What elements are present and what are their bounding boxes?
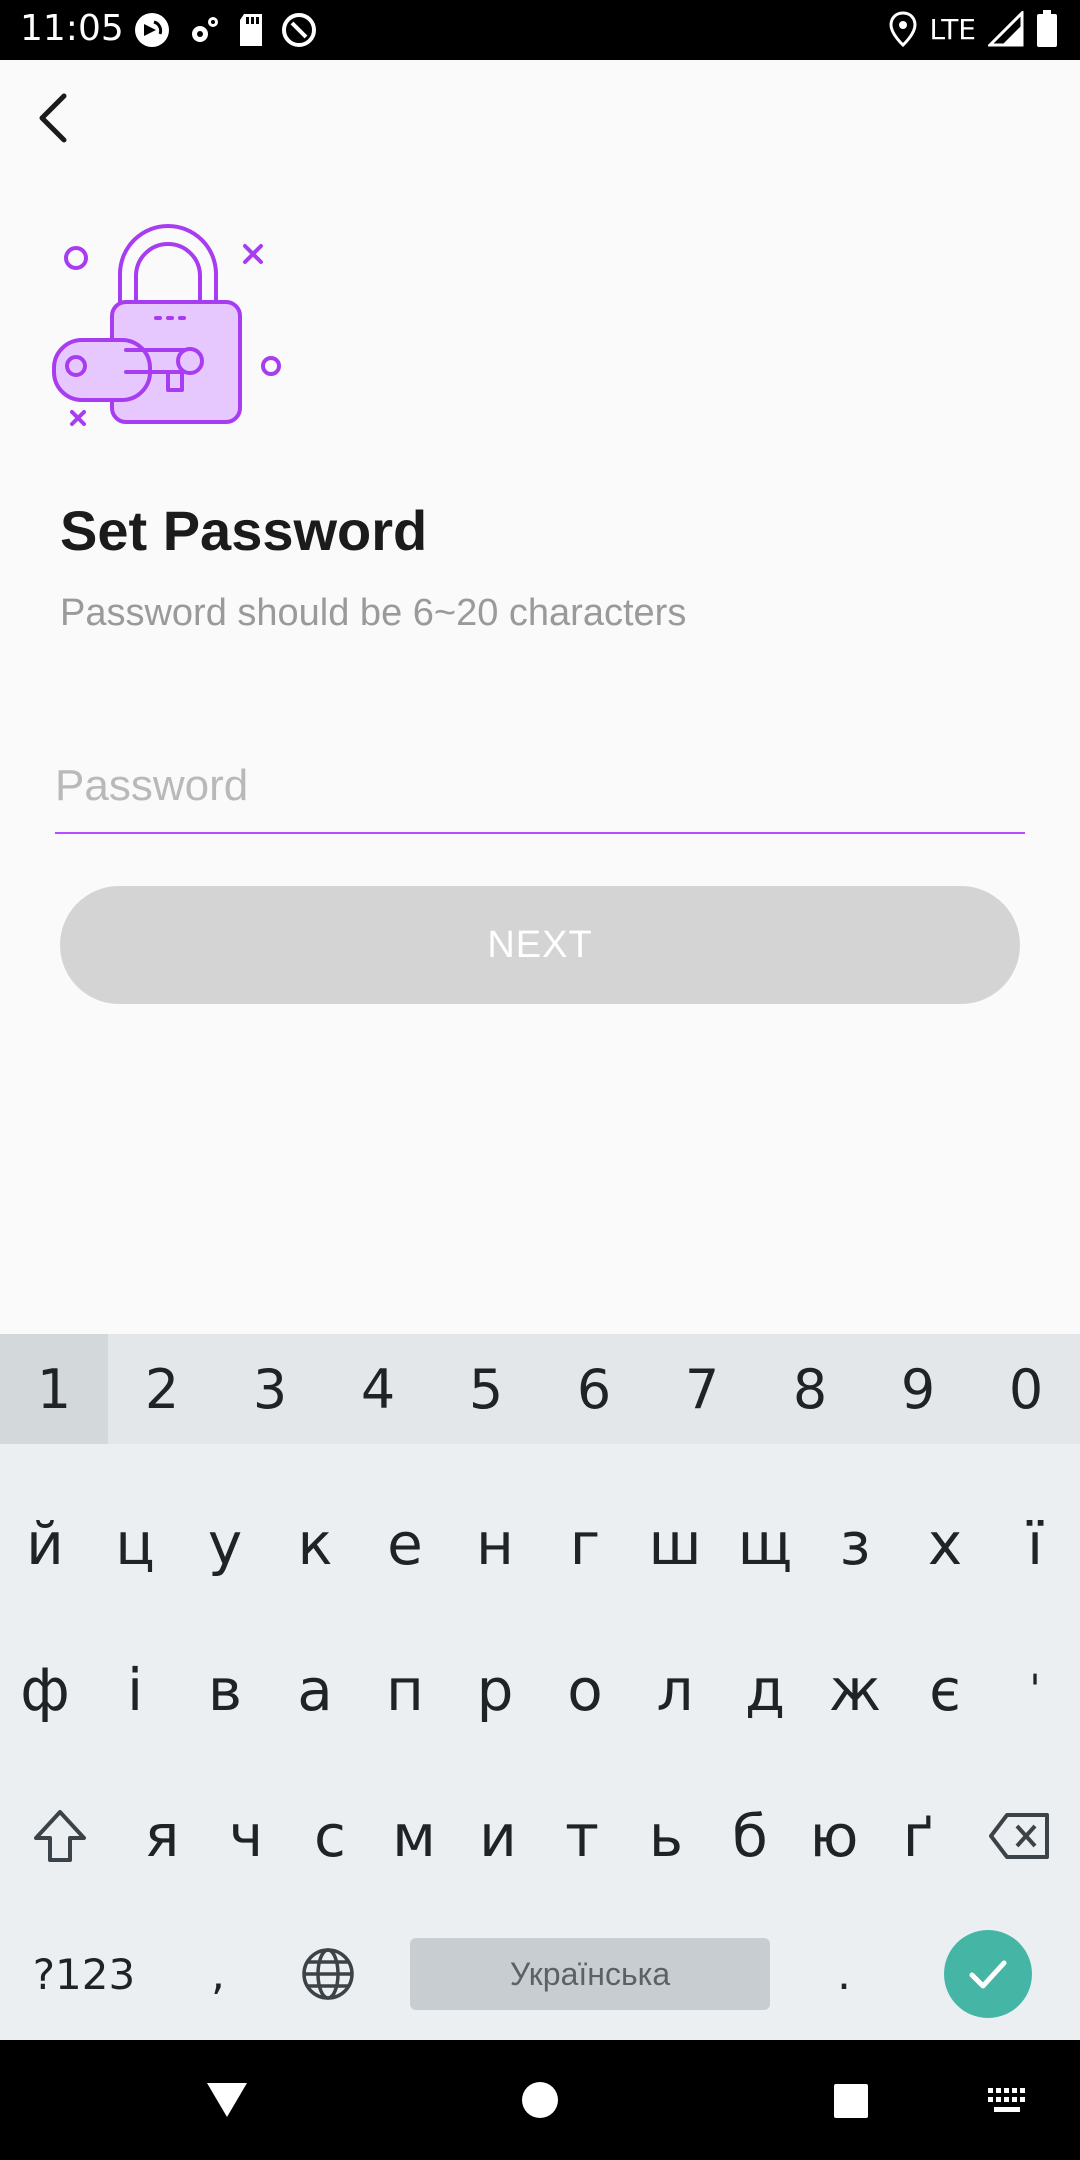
back-button[interactable]	[30, 88, 78, 148]
sd-card-icon	[240, 14, 262, 46]
network-type: LTE	[929, 12, 976, 46]
key-1[interactable]: 1	[0, 1334, 108, 1444]
key-8[interactable]: 8	[756, 1334, 864, 1444]
keyboard-number-row: 1 2 3 4 5 6 7 8 9 0	[0, 1334, 1080, 1444]
letter-key[interactable]: т	[540, 1776, 624, 1896]
home-nav-icon[interactable]	[520, 2080, 560, 2120]
backspace-icon	[989, 1813, 1049, 1859]
keyboard-row-2: ф і в а п р о л д ж є '	[0, 1630, 1080, 1750]
key-3[interactable]: 3	[216, 1334, 324, 1444]
key-5[interactable]: 5	[432, 1334, 540, 1444]
keyboard-row-4: ?123 , Українська .	[0, 1914, 1080, 2034]
letter-key[interactable]: х	[900, 1484, 990, 1604]
letter-key[interactable]: я	[120, 1776, 204, 1896]
signal-icon	[988, 11, 1024, 47]
battery-icon	[1037, 10, 1057, 47]
letter-key[interactable]: и	[456, 1776, 540, 1896]
letter-key[interactable]: б	[708, 1776, 792, 1896]
letter-key[interactable]: а	[270, 1630, 360, 1750]
symbols-key[interactable]: ?123	[0, 1950, 168, 1999]
letter-key[interactable]: '	[990, 1630, 1080, 1750]
letter-key[interactable]: щ	[720, 1484, 810, 1604]
letter-key[interactable]: ц	[90, 1484, 180, 1604]
shift-icon	[34, 1810, 86, 1862]
letter-key[interactable]: с	[288, 1776, 372, 1896]
done-key[interactable]	[944, 1930, 1032, 2018]
page-title: Set Password	[60, 499, 428, 562]
letter-key[interactable]: є	[900, 1630, 990, 1750]
letter-key[interactable]: ї	[990, 1484, 1080, 1604]
next-button[interactable]: NEXT	[60, 886, 1020, 1004]
key-6[interactable]: 6	[540, 1334, 648, 1444]
key-9[interactable]: 9	[864, 1334, 972, 1444]
checkmark-icon	[969, 1960, 1007, 1989]
letter-key[interactable]: в	[180, 1630, 270, 1750]
letter-key[interactable]: г	[540, 1484, 630, 1604]
letter-key[interactable]: о	[540, 1630, 630, 1750]
letter-key[interactable]: п	[360, 1630, 450, 1750]
location-icon	[889, 11, 917, 47]
letter-key[interactable]: р	[450, 1630, 540, 1750]
letter-key[interactable]: у	[180, 1484, 270, 1604]
password-input[interactable]	[55, 740, 1025, 834]
letter-key[interactable]: ч	[204, 1776, 288, 1896]
keyboard: 1 2 3 4 5 6 7 8 9 0 й ц у к е н г ш щ з …	[0, 1334, 1080, 2040]
letter-key[interactable]: н	[450, 1484, 540, 1604]
letter-key[interactable]: ґ	[876, 1776, 960, 1896]
period-key[interactable]: .	[792, 1949, 896, 2000]
letter-key[interactable]: д	[720, 1630, 810, 1750]
lock-key-illustration	[52, 224, 281, 426]
notification-icons	[132, 10, 318, 50]
letter-key[interactable]: ю	[792, 1776, 876, 1896]
letter-key[interactable]: е	[360, 1484, 450, 1604]
shift-key[interactable]	[0, 1776, 120, 1896]
data-saver-icon	[282, 13, 316, 47]
keyboard-row-1: й ц у к е н г ш щ з х ї	[0, 1484, 1080, 1604]
letter-key[interactable]: м	[372, 1776, 456, 1896]
recents-nav-icon[interactable]	[832, 2082, 870, 2120]
letter-key[interactable]: к	[270, 1484, 360, 1604]
letter-key[interactable]: і	[90, 1630, 180, 1750]
keyboard-row-3: я ч с м и т ь б ю ґ	[0, 1776, 1080, 1896]
key-4[interactable]: 4	[324, 1334, 432, 1444]
backspace-key[interactable]	[960, 1776, 1080, 1896]
status-bar: 11:05 LTE	[0, 0, 1080, 60]
sync-app-icon	[135, 13, 169, 47]
navigation-bar	[0, 2040, 1080, 2160]
key-7[interactable]: 7	[648, 1334, 756, 1444]
system-icons: LTE	[889, 10, 1058, 48]
keyboard-switch-icon[interactable]	[988, 2088, 1028, 2114]
letter-key[interactable]: й	[0, 1484, 90, 1604]
key-2[interactable]: 2	[108, 1334, 216, 1444]
letter-key[interactable]: ж	[810, 1630, 900, 1750]
letter-key[interactable]: ь	[624, 1776, 708, 1896]
letter-key[interactable]: ш	[630, 1484, 720, 1604]
space-key[interactable]: Українська	[410, 1938, 770, 2010]
comma-key[interactable]: ,	[168, 1949, 268, 2000]
settings-sync-icon	[192, 17, 218, 42]
letter-key[interactable]: з	[810, 1484, 900, 1604]
key-0[interactable]: 0	[972, 1334, 1080, 1444]
status-time: 11:05	[20, 8, 124, 49]
globe-icon	[302, 1948, 354, 2000]
language-key[interactable]	[268, 1946, 388, 2002]
back-nav-icon[interactable]	[204, 2080, 250, 2120]
password-hint: Password should be 6~20 characters	[60, 592, 687, 634]
letter-key[interactable]: л	[630, 1630, 720, 1750]
letter-key[interactable]: ф	[0, 1630, 90, 1750]
